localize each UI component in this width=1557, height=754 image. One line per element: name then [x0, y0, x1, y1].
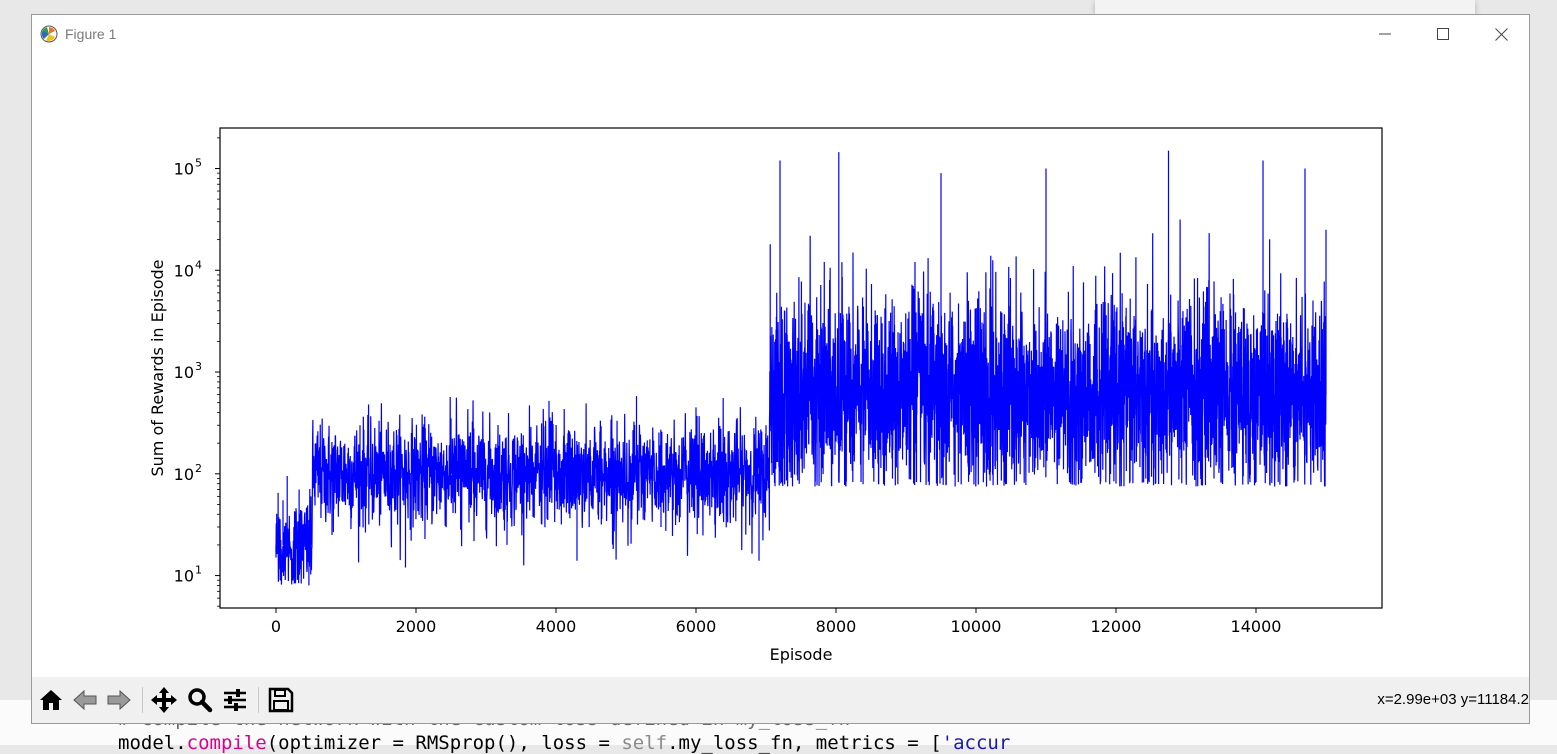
- back-icon: [73, 689, 97, 711]
- x-tick-label: 0: [271, 617, 281, 636]
- y-tick-exponent: 4: [195, 258, 202, 271]
- pan-icon: [151, 687, 177, 713]
- title-bar[interactable]: Figure 1: [32, 15, 1529, 53]
- maximize-icon: [1437, 28, 1449, 40]
- close-button[interactable]: [1472, 15, 1530, 53]
- cursor-coordinates: x=2.99e+03 y=11184.2: [1377, 691, 1529, 708]
- minimize-icon: [1379, 33, 1391, 35]
- x-tick-label: 14000: [1231, 617, 1282, 636]
- y-ticks: 10 110 210 310 410 5: [174, 137, 220, 607]
- y-tick-exponent: 5: [195, 156, 202, 169]
- x-tick-label: 4000: [536, 617, 577, 636]
- y-tick-exponent: 2: [195, 462, 202, 475]
- x-tick-label: 12000: [1091, 617, 1142, 636]
- background-window-edge: [1095, 0, 1475, 14]
- save-icon: [268, 687, 294, 713]
- x-tick-label: 6000: [676, 617, 717, 636]
- configure-subplots-icon: [224, 689, 246, 711]
- y-tick-label: 10: [174, 567, 194, 586]
- close-icon: [1494, 27, 1508, 41]
- x-axis-label: Episode: [770, 645, 833, 664]
- x-tick-label: 8000: [816, 617, 857, 636]
- code-line: model.compile(optimizer = RMSprop(), los…: [118, 732, 1010, 754]
- minimize-button[interactable]: [1356, 15, 1414, 53]
- zoom-button[interactable]: [185, 685, 215, 715]
- navigation-toolbar: x=2.99e+03 y=11184.2: [32, 677, 1529, 723]
- series-layer: [275, 150, 1327, 586]
- figure-window: Figure 1 0 2000 4000 6000 8000 10000 12000 1400…: [31, 14, 1530, 724]
- window-title: Figure 1: [65, 26, 117, 42]
- code-text-kw: self: [621, 732, 668, 754]
- y-tick-label: 10: [174, 159, 194, 178]
- toolbar-separator: [142, 687, 143, 713]
- y-tick-exponent: 1: [195, 564, 202, 577]
- forward-button[interactable]: [104, 685, 134, 715]
- x-tick-label: 10000: [951, 617, 1002, 636]
- plot-canvas[interactable]: 0 2000 4000 6000 8000 10000 12000 14000 10 1 10 2 1…: [32, 53, 1529, 677]
- y-tick-label: 10: [174, 261, 194, 280]
- code-text-post: .my_loss_fn, metrics = [: [667, 732, 942, 754]
- home-icon: [40, 690, 62, 710]
- back-button[interactable]: [70, 685, 100, 715]
- y-tick-exponent: 3: [195, 360, 202, 373]
- pan-button[interactable]: [149, 685, 179, 715]
- code-text-mid: (optimizer = RMSprop(), loss =: [266, 732, 622, 754]
- y-axis-label: Sum of Rewards in Episode: [148, 260, 167, 477]
- x-ticks: 0 2000 4000 6000 8000 10000 12000 14000: [271, 608, 1282, 636]
- code-text-str: 'accur: [941, 732, 1011, 754]
- matplotlib-logo-icon: [40, 25, 58, 43]
- code-text-fn: compile: [186, 732, 267, 754]
- y-tick-label: 10: [174, 363, 194, 382]
- x-tick-label: 2000: [396, 617, 437, 636]
- save-button[interactable]: [266, 685, 296, 715]
- configure-subplots-button[interactable]: [220, 685, 250, 715]
- toolbar-separator: [258, 687, 259, 713]
- zoom-icon: [188, 688, 213, 713]
- home-button[interactable]: [36, 685, 66, 715]
- code-text-pre: model.: [118, 732, 187, 754]
- y-tick-label: 10: [174, 465, 194, 484]
- maximize-button[interactable]: [1414, 15, 1472, 53]
- chart-svg: 0 2000 4000 6000 8000 10000 12000 14000 10 110 21…: [148, 127, 1383, 664]
- forward-icon: [107, 689, 131, 711]
